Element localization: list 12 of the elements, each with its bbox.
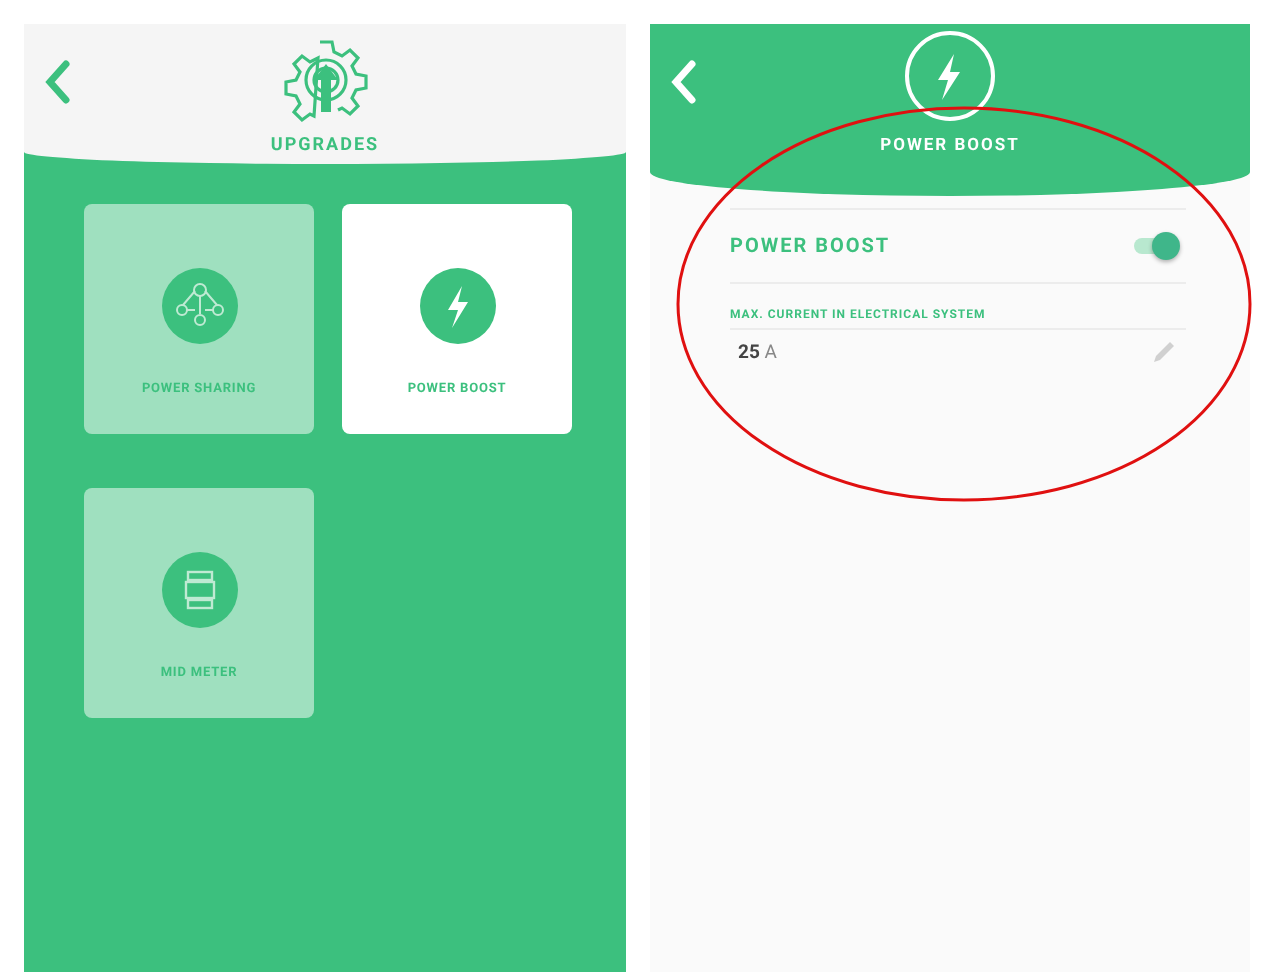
network-icon bbox=[161, 267, 237, 343]
meter-icon bbox=[161, 551, 237, 627]
pencil-icon[interactable] bbox=[1150, 338, 1178, 366]
screen-title: POWER BOOST bbox=[880, 136, 1020, 156]
lightning-icon bbox=[419, 267, 495, 343]
screen-title: UPGRADES bbox=[270, 136, 380, 156]
setting-label: POWER BOOST bbox=[730, 235, 891, 257]
back-icon[interactable] bbox=[44, 60, 72, 104]
gear-upgrade-icon bbox=[281, 36, 369, 124]
lightning-icon bbox=[904, 30, 996, 122]
field-value[interactable]: 25 A bbox=[738, 341, 777, 363]
toggle-switch[interactable] bbox=[1134, 238, 1174, 254]
